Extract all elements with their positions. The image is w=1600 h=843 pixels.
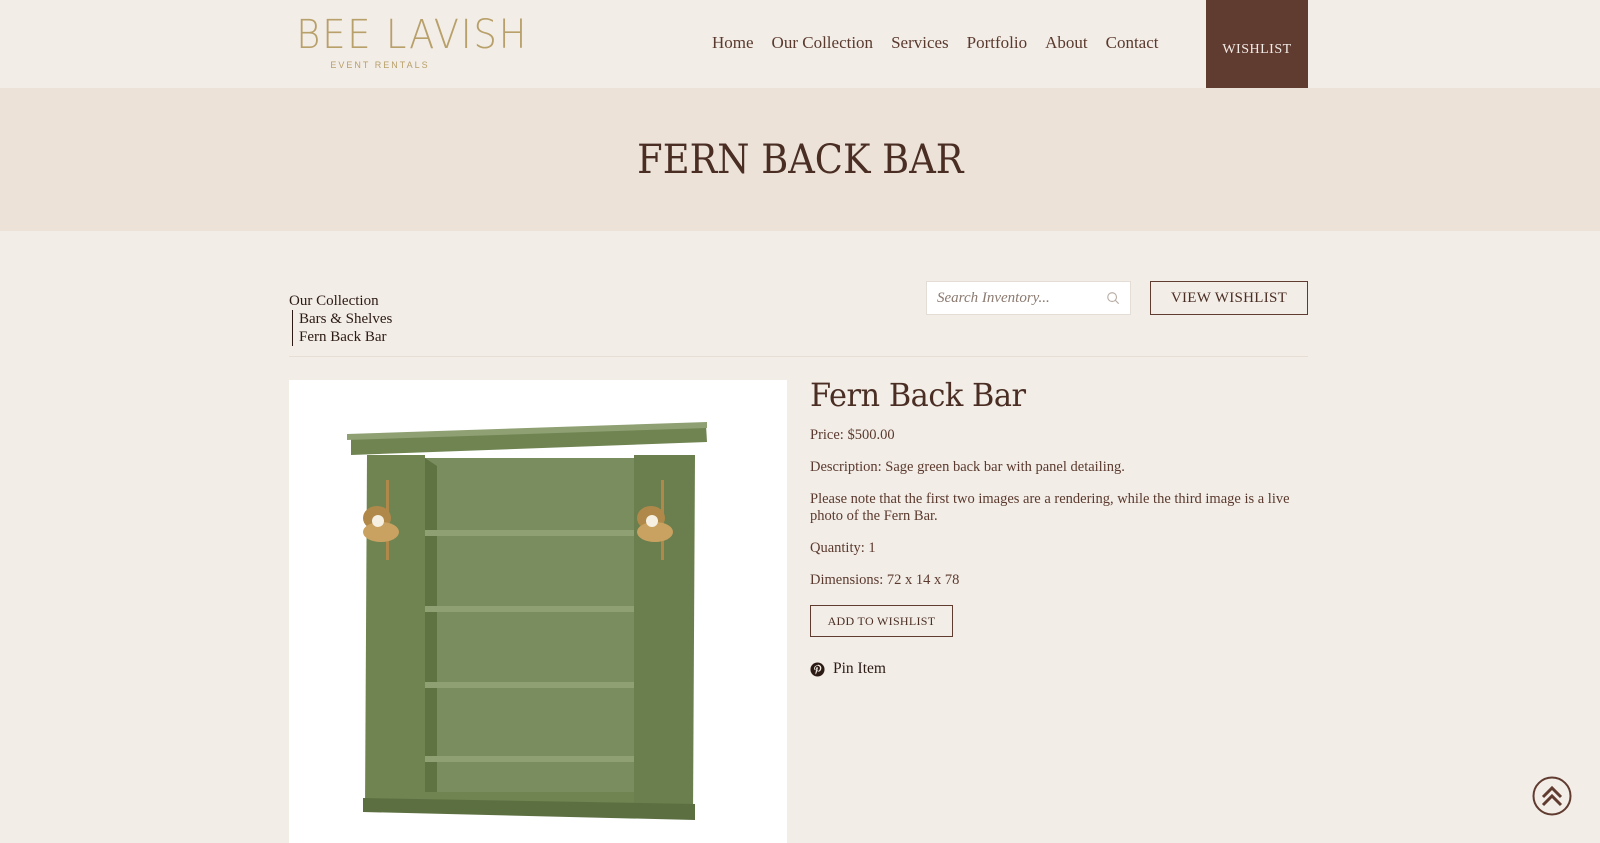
search-icon[interactable] [1106,291,1120,305]
product-note: Please note that the first two images ar… [810,491,1290,524]
pinterest-icon [810,661,825,677]
section-divider [289,356,1308,357]
scroll-to-top-icon[interactable] [1532,776,1572,816]
breadcrumb-bars-shelves[interactable]: Bars & Shelves [292,310,392,328]
product-description: Description: Sage green back bar with pa… [810,459,1125,475]
nav-services[interactable]: Services [891,33,949,53]
breadcrumb-our-collection[interactable]: Our Collection [289,292,392,310]
fern-back-bar-illustration [347,422,707,820]
view-wishlist-button[interactable]: VIEW WISHLIST [1150,281,1308,315]
pin-item-link[interactable]: Pin Item [810,660,1308,678]
add-to-wishlist-button[interactable]: ADD TO WISHLIST [810,605,953,637]
product-image[interactable] [289,380,787,843]
nav-contact[interactable]: Contact [1106,33,1159,53]
nav-our-collection[interactable]: Our Collection [772,33,874,53]
page-banner: FERN BACK BAR [0,88,1600,231]
logo[interactable]: BEE LAVISH EVENT RENTALS [289,12,529,70]
site-header: BEE LAVISH EVENT RENTALS Home Our Collec… [0,0,1600,100]
breadcrumb-fern-back-bar[interactable]: Fern Back Bar [292,328,392,346]
page-title: FERN BACK BAR [636,136,964,183]
wishlist-tab-button[interactable]: WISHLIST [1206,0,1308,100]
logo-wordmark: BEE LAVISH [296,12,529,58]
product-quantity: Quantity: 1 [810,540,876,556]
product-details: Fern Back Bar Price: $500.00 Description… [810,376,1308,678]
product-name: Fern Back Bar [810,376,1026,414]
breadcrumb: Our Collection Bars & Shelves Fern Back … [289,292,392,346]
nav-portfolio[interactable]: Portfolio [967,33,1027,53]
product-dimensions: Dimensions: 72 x 14 x 78 [810,572,960,588]
product-price: Price: $500.00 [810,427,895,443]
logo-tagline: EVENT RENTALS [330,60,430,70]
pin-item-label: Pin Item [833,660,886,677]
nav-about[interactable]: About [1045,33,1088,53]
search-input[interactable] [937,289,1106,307]
main-nav: Home Our Collection Services Portfolio A… [712,33,1177,53]
nav-home[interactable]: Home [712,33,754,53]
search-box [926,281,1131,315]
